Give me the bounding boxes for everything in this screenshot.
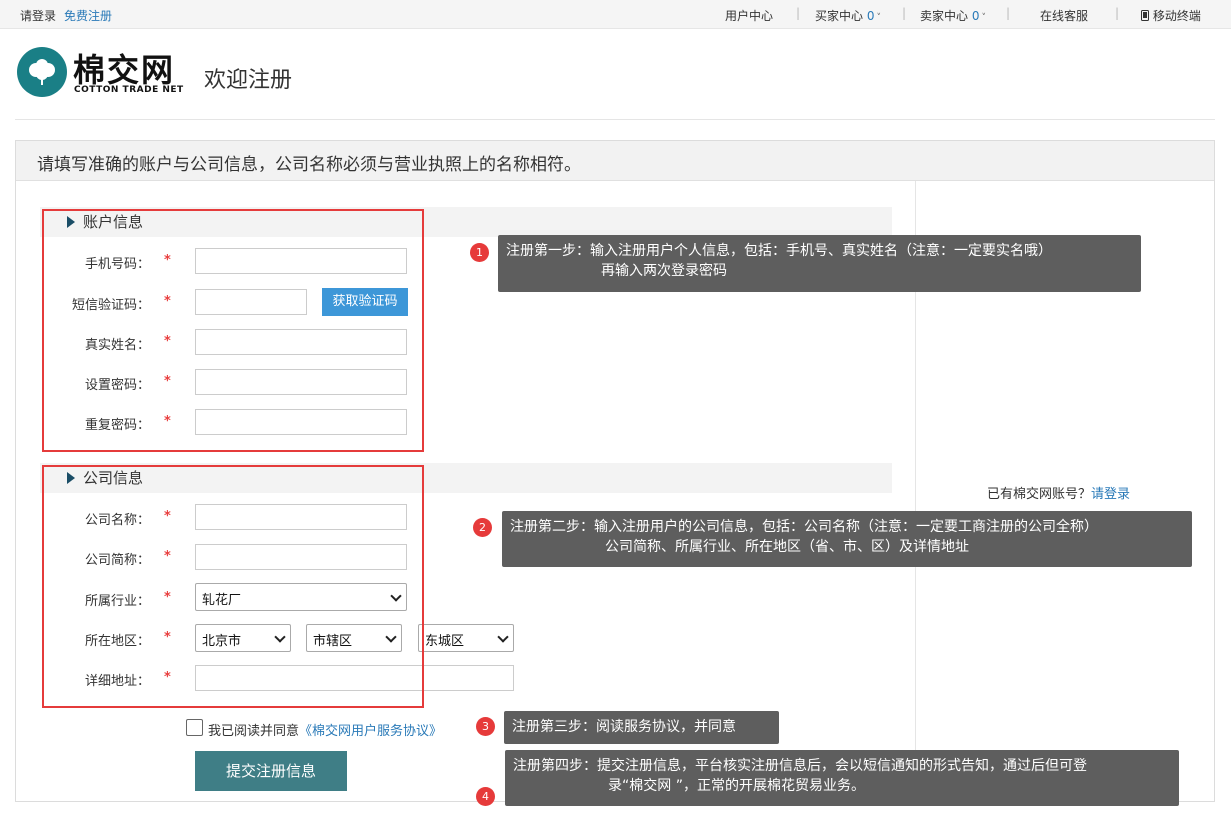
login-link[interactable]: 请登录	[20, 7, 56, 24]
step-tooltip: 注册第四步：提交注册信息，平台核实注册信息后，会以短信通知的形式告知，通过后但可…	[505, 750, 1179, 806]
chevron-down-icon	[497, 631, 509, 643]
has-account: 已有棉交网账号？请登录	[987, 483, 1130, 502]
tip-line: 注册第二步：输入注册用户的公司信息，包括：公司名称（注意：一定要工商注册的公司全…	[510, 519, 1098, 535]
step-badge: 3	[476, 717, 495, 736]
step-tooltip: 注册第三步：阅读服务协议，并同意	[504, 711, 779, 744]
seller-center-link[interactable]: 卖家中心 0 ˅	[920, 7, 986, 24]
top-bar: 请登录 免费注册 用户中心 | 买家中心 0 ˅ | 卖家中心 0 ˅ | 在线客服…	[0, 0, 1231, 29]
tip-line: 公司简称、所属行业、所在地区（省、市、区）及详情地址	[605, 539, 969, 555]
chevron-down-icon: ˅	[981, 13, 986, 23]
notice-bar: 请填写准确的账户与公司信息，公司名称必须与营业执照上的名称相符。	[16, 141, 1214, 181]
district-select[interactable]: 东城区	[418, 624, 514, 652]
mobile-label: 移动终端	[1152, 9, 1201, 23]
divider: |	[796, 6, 801, 20]
site-logo[interactable]: 棉交网 COTTON TRADE NET	[17, 45, 183, 99]
divider: |	[1115, 6, 1120, 20]
step-badge: 1	[470, 243, 489, 262]
register-link[interactable]: 免费注册	[64, 7, 112, 24]
divider: |	[902, 6, 907, 20]
user-center-link[interactable]: 用户中心	[725, 7, 773, 24]
seller-center-label: 卖家中心	[920, 9, 969, 23]
online-service-link[interactable]: 在线客服	[1040, 7, 1088, 24]
agreement-label: 我已阅读并同意	[208, 724, 300, 739]
highlight-box-company	[42, 465, 424, 708]
step-tooltip: 注册第二步：输入注册用户的公司信息，包括：公司名称（注意：一定要工商注册的公司全…	[502, 511, 1192, 567]
tip-line: 再输入两次登录密码	[601, 263, 727, 279]
has-account-text: 已有棉交网账号？	[987, 487, 1092, 502]
divider: |	[1006, 6, 1011, 20]
step-tooltip: 注册第一步：输入注册用户个人信息，包括：手机号、真实姓名（注意：一定要实名哦） …	[498, 235, 1141, 292]
agreement-link[interactable]: 《棉交网用户服务协议》	[299, 724, 442, 739]
step-badge: 2	[473, 518, 492, 537]
chevron-down-icon: ˅	[876, 13, 881, 23]
tip-line: 注册第一步：输入注册用户个人信息，包括：手机号、真实姓名（注意：一定要实名哦）	[506, 243, 1052, 259]
district-value: 东城区	[425, 634, 465, 649]
login-link[interactable]: 请登录	[1091, 487, 1130, 502]
logo-subtext: COTTON TRADE NET	[74, 85, 184, 95]
agreement-checkbox[interactable]	[186, 719, 203, 736]
phone-icon	[1141, 10, 1149, 21]
mobile-link[interactable]: 移动终端	[1141, 7, 1201, 24]
submit-button[interactable]: 提交注册信息	[195, 751, 347, 791]
buyer-center-link[interactable]: 买家中心 0 ˅	[815, 7, 881, 24]
buyer-center-label: 买家中心	[815, 9, 864, 23]
step-badge: 4	[476, 787, 495, 806]
divider	[15, 119, 1215, 120]
seller-count: 0	[971, 9, 980, 23]
page-title: 欢迎注册	[204, 68, 293, 93]
highlight-box-account	[42, 209, 424, 452]
tip-line: 注册第四步：提交注册信息，平台核实注册信息后，会以短信通知的形式告知，通过后但可…	[513, 758, 1087, 774]
buyer-count: 0	[866, 9, 875, 23]
agreement-text: 我已阅读并同意《棉交网用户服务协议》	[208, 720, 442, 739]
tip-line: 录“棉交网 ”，正常的开展棉花贸易业务。	[608, 778, 865, 794]
tip-line: 注册第三步：阅读服务协议，并同意	[512, 719, 736, 735]
cotton-logo-icon	[17, 47, 67, 97]
